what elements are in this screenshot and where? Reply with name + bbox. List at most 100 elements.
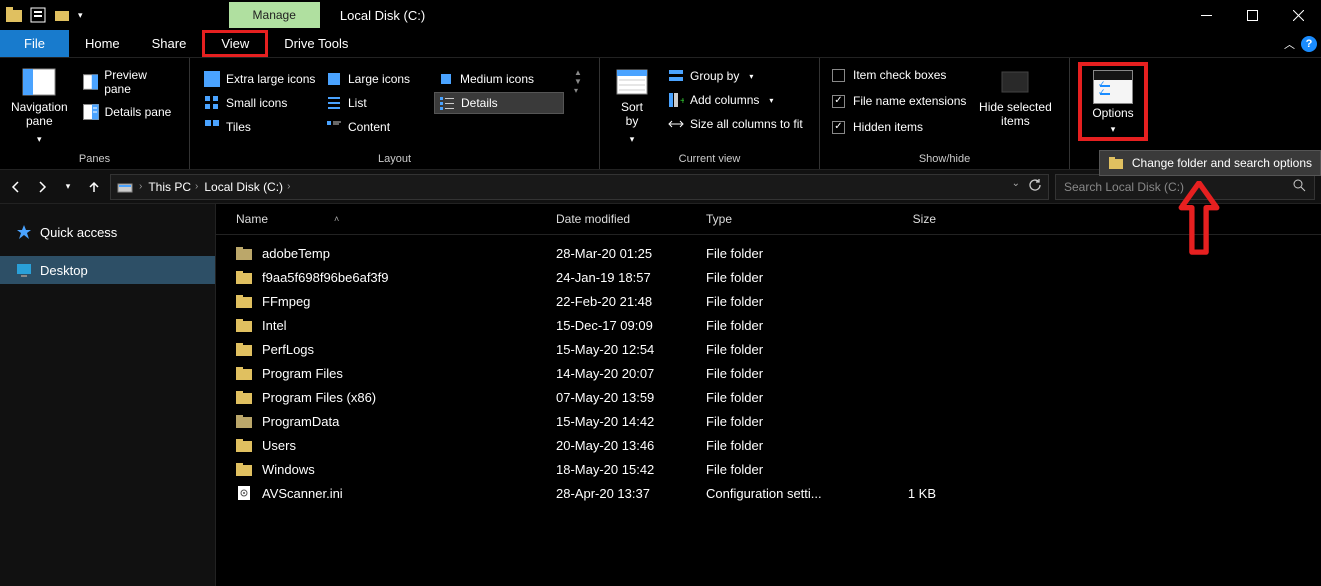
ribbon-collapse-area: ︿ ? xyxy=(1284,30,1321,57)
add-columns-button[interactable]: +Add columns▾ xyxy=(662,90,809,110)
sidebar-desktop[interactable]: Desktop xyxy=(0,256,215,284)
tab-file[interactable]: File xyxy=(0,30,69,57)
folder-icon xyxy=(236,461,252,477)
ribbon-collapse-icon[interactable]: ︿ xyxy=(1284,36,1295,52)
search-input[interactable]: Search Local Disk (C:) xyxy=(1055,174,1315,200)
file-date: 15-May-20 12:54 xyxy=(556,342,706,357)
options-dropdown-item[interactable]: Change folder and search options xyxy=(1099,150,1321,176)
file-type: File folder xyxy=(706,246,856,261)
table-row[interactable]: Program Files14-May-20 20:07File folder xyxy=(236,361,1301,385)
file-type: File folder xyxy=(706,294,856,309)
layout-extra-large-icons[interactable]: Extra large icons xyxy=(200,68,320,90)
context-tab-manage[interactable]: Manage xyxy=(229,2,320,28)
navigation-pane-button[interactable]: Navigation pane ▾ xyxy=(8,62,71,145)
tab-home[interactable]: Home xyxy=(69,30,136,57)
table-row[interactable]: FFmpeg22-Feb-20 21:48File folder xyxy=(236,289,1301,313)
title-bar: ▾ Manage Local Disk (C:) xyxy=(0,0,1321,30)
address-dropdown-icon[interactable]: ⌄ xyxy=(1012,178,1020,195)
checkbox-hidden-items[interactable]: Hidden items xyxy=(828,118,970,136)
sort-by-button[interactable]: Sort by ▾ xyxy=(608,62,656,145)
group-label-panes: Panes xyxy=(0,151,189,169)
file-type: File folder xyxy=(706,366,856,381)
up-button[interactable] xyxy=(84,177,104,197)
table-row[interactable]: Users20-May-20 13:46File folder xyxy=(236,433,1301,457)
tiles-icon xyxy=(204,119,220,135)
table-row[interactable]: ProgramData15-May-20 14:42File folder xyxy=(236,409,1301,433)
file-type: File folder xyxy=(706,414,856,429)
file-size: 1 KB xyxy=(856,486,956,501)
folder-icon xyxy=(236,341,252,357)
group-label-current-view: Current view xyxy=(600,151,819,169)
table-row[interactable]: f9aa5f698f96be6af3f924-Jan-19 18:57File … xyxy=(236,265,1301,289)
layout-scroll-up-icon[interactable]: ▲ xyxy=(574,68,582,77)
group-current-view: Sort by ▾ Group by▾ +Add columns▾ Size a… xyxy=(600,58,820,169)
search-placeholder: Search Local Disk (C:) xyxy=(1064,180,1184,194)
close-button[interactable] xyxy=(1275,0,1321,30)
preview-pane-button[interactable]: Preview pane xyxy=(77,66,181,98)
column-headers: Name˄ Date modified Type Size xyxy=(216,204,1321,235)
column-header-name[interactable]: Name˄ xyxy=(236,212,556,226)
sort-by-icon xyxy=(615,68,649,96)
navigation-sidebar: Quick access Desktop xyxy=(0,204,216,586)
maximize-button[interactable] xyxy=(1229,0,1275,30)
recent-locations-button[interactable]: ▾ xyxy=(58,177,78,197)
content-icon xyxy=(326,119,342,135)
new-folder-icon[interactable] xyxy=(54,7,70,23)
file-date: 28-Mar-20 01:25 xyxy=(556,246,706,261)
hide-selected-items-button[interactable]: Hide selected items xyxy=(976,62,1054,128)
table-row[interactable]: AVScanner.ini28-Apr-20 13:37Configuratio… xyxy=(236,481,1301,505)
layout-tiles[interactable]: Tiles xyxy=(200,116,320,138)
content-body: Quick access Desktop Name˄ Date modified… xyxy=(0,204,1321,586)
file-date: 22-Feb-20 21:48 xyxy=(556,294,706,309)
address-bar[interactable]: › This PC › Local Disk (C:) › ⌄ xyxy=(110,174,1049,200)
layout-content[interactable]: Content xyxy=(322,116,432,138)
table-row[interactable]: PerfLogs15-May-20 12:54File folder xyxy=(236,337,1301,361)
app-icon xyxy=(6,7,22,23)
layout-list[interactable]: List xyxy=(322,92,432,114)
navigation-pane-icon xyxy=(22,68,56,96)
refresh-icon[interactable] xyxy=(1028,178,1042,195)
ribbon-tabs: File Home Share View Drive Tools ︿ ? xyxy=(0,30,1321,58)
file-name: Intel xyxy=(262,318,556,333)
minimize-button[interactable] xyxy=(1183,0,1229,30)
details-pane-button[interactable]: Details pane xyxy=(77,102,181,122)
file-list: adobeTemp28-Mar-20 01:25File folderf9aa5… xyxy=(216,235,1321,511)
breadcrumb-this-pc[interactable]: This PC › xyxy=(148,180,198,194)
layout-scroll-down-icon[interactable]: ▼ xyxy=(574,77,582,86)
folder-icon xyxy=(236,245,252,261)
folder-icon xyxy=(236,317,252,333)
table-row[interactable]: Windows18-May-20 15:42File folder xyxy=(236,457,1301,481)
breadcrumb-local-disk[interactable]: Local Disk (C:) › xyxy=(204,180,290,194)
sidebar-quick-access[interactable]: Quick access xyxy=(0,218,215,246)
table-row[interactable]: Program Files (x86)07-May-20 13:59File f… xyxy=(236,385,1301,409)
tab-view[interactable]: View xyxy=(202,30,268,57)
table-row[interactable]: adobeTemp28-Mar-20 01:25File folder xyxy=(236,241,1301,265)
group-label-layout: Layout xyxy=(190,151,599,169)
search-icon[interactable] xyxy=(1292,178,1306,195)
column-header-size[interactable]: Size xyxy=(856,212,956,226)
layout-large-icons[interactable]: Large icons xyxy=(322,68,432,90)
checkbox-item-check-boxes[interactable]: Item check boxes xyxy=(828,66,970,84)
help-icon[interactable]: ? xyxy=(1301,36,1317,52)
size-columns-button[interactable]: Size all columns to fit xyxy=(662,114,809,134)
properties-icon[interactable] xyxy=(30,7,46,23)
tab-drive-tools[interactable]: Drive Tools xyxy=(268,30,364,57)
checkbox-file-name-extensions[interactable]: File name extensions xyxy=(828,92,970,110)
qat-dropdown-icon[interactable]: ▾ xyxy=(78,10,83,21)
file-name: f9aa5f698f96be6af3f9 xyxy=(262,270,556,285)
column-header-type[interactable]: Type xyxy=(706,212,856,226)
column-header-date[interactable]: Date modified xyxy=(556,212,706,226)
svg-text:+: + xyxy=(680,96,684,107)
forward-button[interactable] xyxy=(32,177,52,197)
list-icon xyxy=(326,95,342,111)
table-row[interactable]: Intel15-Dec-17 09:09File folder xyxy=(236,313,1301,337)
layout-expand-icon[interactable]: ▾ xyxy=(574,86,582,95)
group-by-button[interactable]: Group by▾ xyxy=(662,66,809,86)
options-button[interactable]: Options ▾ xyxy=(1084,68,1142,135)
file-date: 07-May-20 13:59 xyxy=(556,390,706,405)
layout-small-icons[interactable]: Small icons xyxy=(200,92,320,114)
layout-details[interactable]: Details xyxy=(434,92,564,114)
layout-medium-icons[interactable]: Medium icons xyxy=(434,68,564,90)
back-button[interactable] xyxy=(6,177,26,197)
tab-share[interactable]: Share xyxy=(136,30,203,57)
